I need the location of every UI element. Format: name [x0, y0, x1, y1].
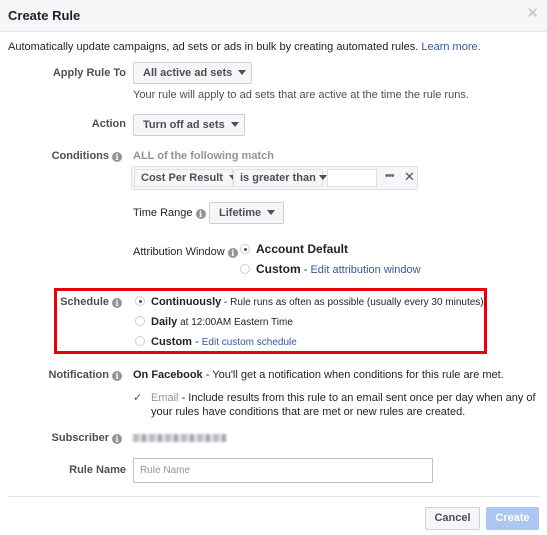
condition-operator-value: is greater than — [240, 172, 316, 184]
attribution-option-custom[interactable]: Custom - Edit attribution window — [240, 262, 421, 276]
email-checkbox[interactable]: ✓ — [133, 391, 142, 404]
schedule-option-desc: - — [191, 336, 202, 348]
separator: - — [300, 264, 311, 276]
close-icon[interactable]: ✕ — [526, 6, 539, 22]
condition-metric-value: Cost Per Result — [141, 172, 223, 184]
radio-button[interactable] — [240, 244, 250, 254]
radio-button[interactable] — [135, 316, 145, 326]
dialog-title: Create Rule — [8, 8, 81, 23]
conditions-label: Conditions i — [20, 150, 122, 162]
subscriber-label: Subscriber i — [20, 432, 122, 444]
subscriber-name-redacted — [133, 434, 226, 442]
learn-more-link[interactable]: Learn more. — [421, 41, 480, 53]
schedule-option-desc: - Rule runs as often as possible (usuall… — [221, 297, 487, 308]
action-label: Action — [91, 118, 126, 130]
apply-rule-to-help: Your rule will apply to ad sets that are… — [133, 89, 469, 101]
time-range-dropdown[interactable]: Lifetime — [209, 202, 284, 224]
time-range-value: Lifetime — [219, 207, 262, 219]
notification-label: Notification i — [20, 369, 122, 381]
action-dropdown[interactable]: Turn off ad sets — [133, 114, 245, 136]
condition-metric-dropdown[interactable]: Cost Per Result — [134, 169, 237, 187]
email-desc: - Include results from this rule to an e… — [151, 392, 536, 418]
caret-down-icon — [318, 175, 327, 180]
radio-button[interactable] — [135, 296, 145, 306]
info-icon[interactable]: i — [112, 371, 122, 381]
email-option: Email - Include results from this rule t… — [151, 391, 541, 419]
condition-row: Cost Per Result is greater than ••• ✕ — [131, 166, 418, 190]
caret-down-icon — [267, 210, 276, 215]
conditions-match-text: ALL of the following match — [133, 150, 274, 162]
apply-rule-to-dropdown[interactable]: All active ad sets — [133, 62, 252, 84]
create-button[interactable]: Create — [486, 507, 539, 530]
notification-title: On Facebook — [133, 369, 203, 381]
ellipsis-icon[interactable]: ••• — [385, 170, 395, 182]
dialog-header: Create Rule ✕ — [0, 0, 547, 32]
intro-text: Automatically update campaigns, ad sets … — [8, 41, 481, 53]
edit-custom-schedule-link[interactable]: Edit custom schedule — [202, 337, 297, 348]
info-icon[interactable]: i — [112, 152, 122, 162]
caret-down-icon — [230, 122, 239, 127]
schedule-option-label: Continuously — [151, 296, 222, 308]
edit-attribution-window-link[interactable]: Edit attribution window — [310, 264, 420, 276]
info-icon[interactable]: i — [112, 434, 122, 444]
radio-button[interactable] — [240, 264, 250, 274]
intro-description: Automatically update campaigns, ad sets … — [8, 41, 419, 53]
apply-rule-to-value: All active ad sets — [143, 67, 233, 79]
condition-value-input[interactable] — [327, 169, 377, 187]
condition-operator-dropdown[interactable]: is greater than — [233, 169, 327, 187]
info-icon[interactable]: i — [227, 248, 238, 258]
schedule-label: Schedule i — [20, 296, 122, 308]
email-label: Email — [151, 392, 179, 404]
time-range-label: Time Range i — [133, 207, 206, 219]
schedule-option-label: Daily — [151, 316, 178, 328]
attribution-option-label: Account Default — [256, 242, 349, 256]
footer-divider — [8, 496, 539, 497]
radio-button[interactable] — [135, 336, 145, 346]
schedule-option-label: Custom — [151, 336, 192, 348]
schedule-label-text: Schedule — [60, 296, 109, 308]
rule-name-input[interactable] — [133, 458, 433, 483]
remove-condition-icon[interactable]: ✕ — [404, 169, 415, 185]
cancel-button[interactable]: Cancel — [425, 507, 480, 530]
info-icon[interactable]: i — [112, 298, 122, 308]
notification-label-text: Notification — [48, 369, 110, 381]
conditions-label-text: Conditions — [51, 150, 109, 162]
schedule-option-desc: at 12:00AM Eastern Time — [177, 317, 293, 328]
notification-desc: - You'll get a notification when conditi… — [202, 369, 504, 381]
attribution-window-label-text: Attribution Window — [133, 246, 225, 258]
schedule-option-daily[interactable]: Daily at 12:00AM Eastern Time — [135, 316, 293, 328]
attribution-option-account-default[interactable]: Account Default — [240, 242, 348, 256]
attribution-window-label: Attribution Window i — [133, 246, 238, 258]
attribution-option-label: Custom — [256, 262, 301, 276]
time-range-label-text: Time Range — [133, 207, 193, 219]
schedule-option-continuously[interactable]: Continuously - Rule runs as often as pos… — [135, 296, 486, 308]
caret-down-icon — [238, 70, 247, 75]
notification-on-facebook: On Facebook - You'll get a notification … — [133, 369, 504, 381]
subscriber-label-text: Subscriber — [51, 432, 109, 444]
schedule-option-custom[interactable]: Custom - Edit custom schedule — [135, 336, 297, 348]
apply-rule-to-label: Apply Rule To — [52, 67, 126, 79]
action-value: Turn off ad sets — [143, 119, 225, 131]
info-icon[interactable]: i — [195, 209, 206, 219]
rule-name-label: Rule Name — [69, 464, 126, 476]
